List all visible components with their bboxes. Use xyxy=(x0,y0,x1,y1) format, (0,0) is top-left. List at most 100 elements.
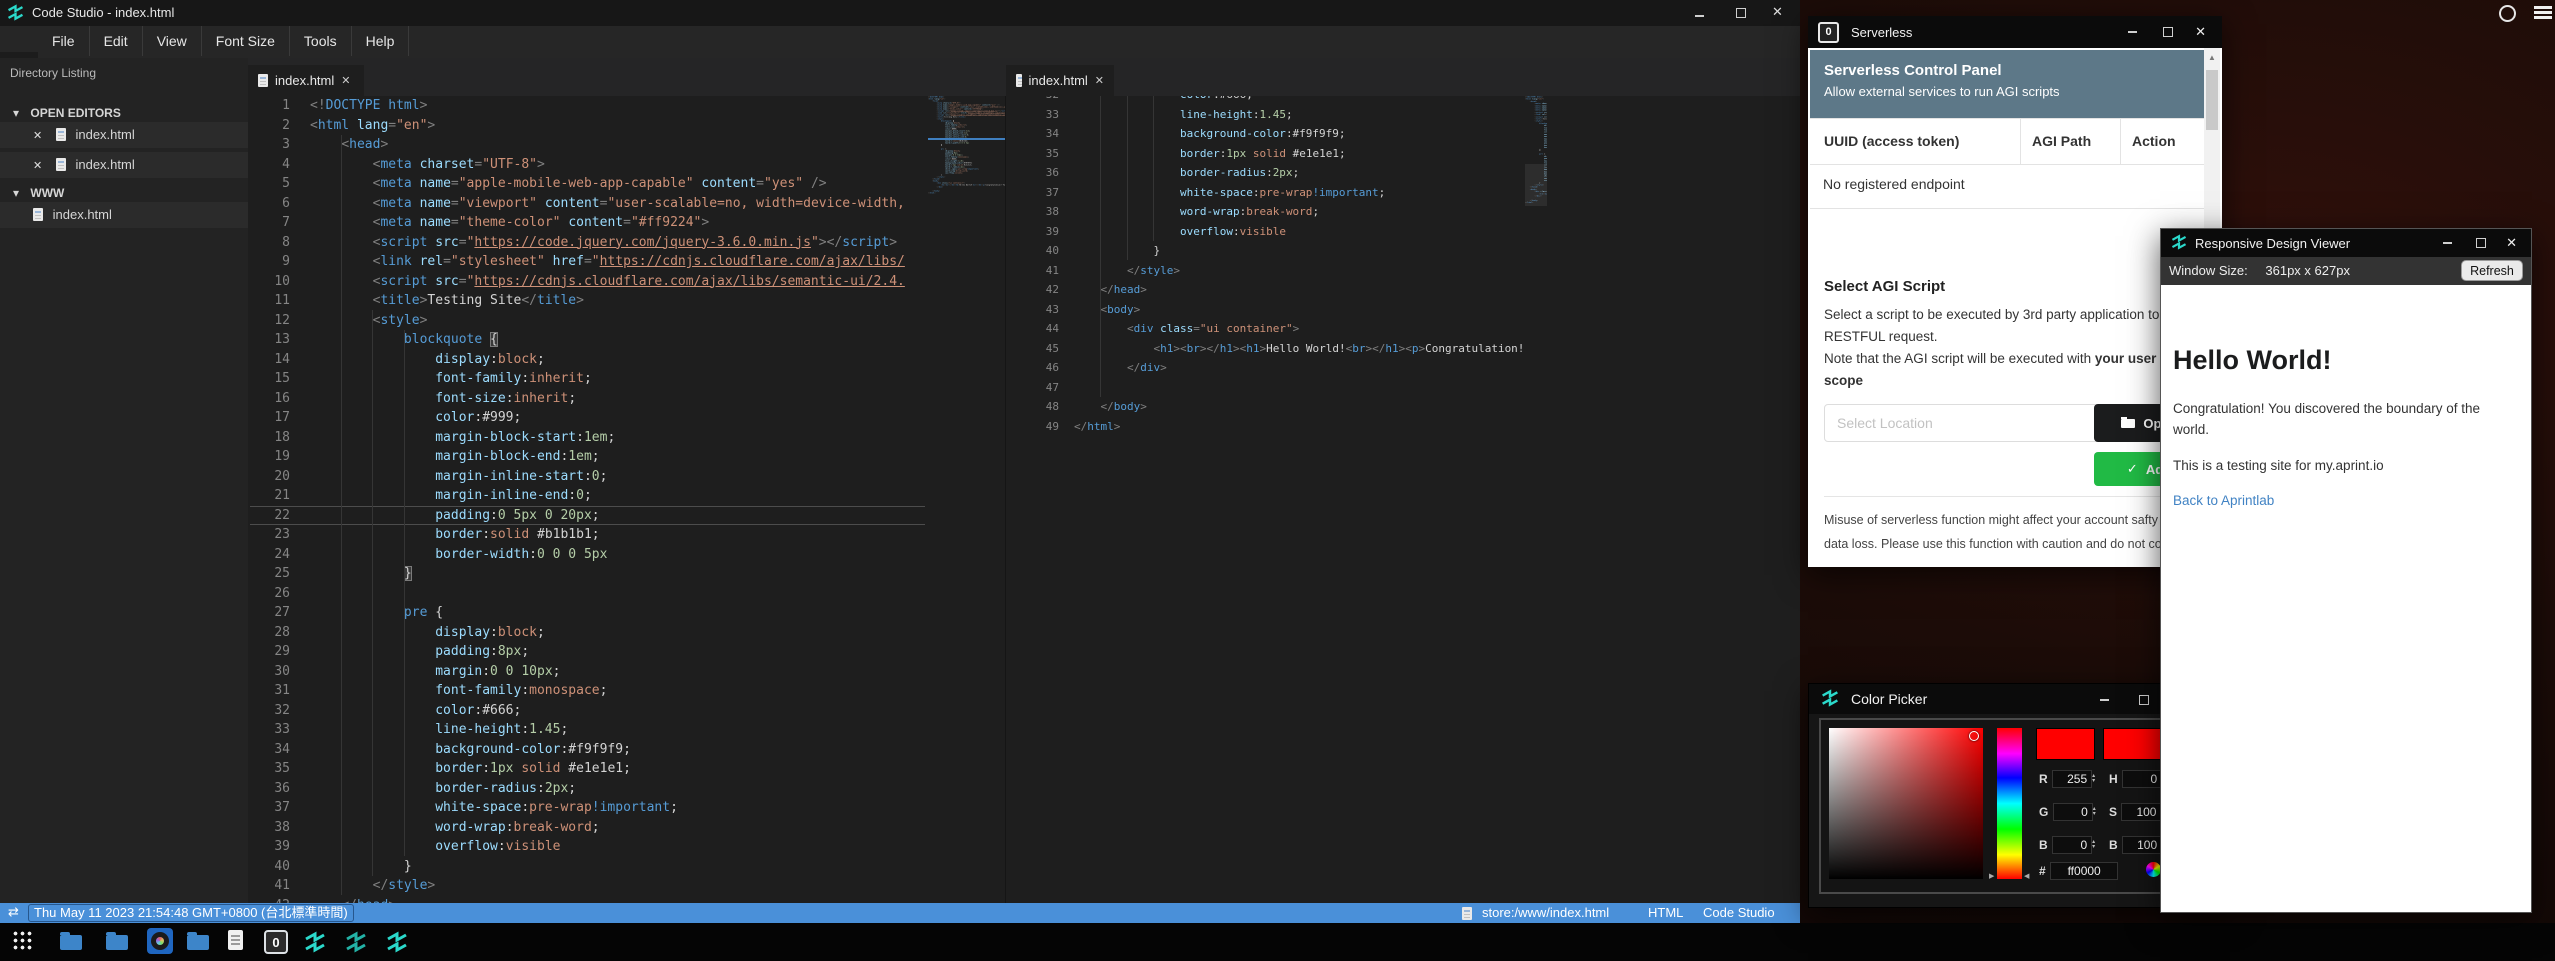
file-app-icon[interactable] xyxy=(228,930,243,950)
hue-slider[interactable] xyxy=(1997,728,2022,879)
refresh-button[interactable]: Refresh xyxy=(2461,260,2523,281)
sidebar-item-index-html-2[interactable]: ✕ index.html xyxy=(0,152,248,178)
line-number: 48 xyxy=(1006,397,1059,417)
menu-font-size[interactable]: Font Size xyxy=(202,26,290,56)
disc-app-icon-active[interactable] xyxy=(147,928,173,954)
sidebar-title: Directory Listing xyxy=(10,66,96,80)
line-number: 34 xyxy=(1006,124,1059,144)
file-icon xyxy=(33,208,43,221)
h-value-field[interactable]: 0 xyxy=(2122,770,2162,788)
minimize-button[interactable] xyxy=(2095,692,2113,708)
line-number: 39 xyxy=(248,837,290,857)
stepper-icon[interactable]: ▴▾ xyxy=(2092,840,2095,850)
page-link[interactable]: Back to Aprintlab xyxy=(2173,493,2507,508)
tab-close-icon[interactable]: ✕ xyxy=(1095,74,1104,87)
b-brightness-field[interactable]: 100 xyxy=(2122,836,2162,854)
maximize-button[interactable] xyxy=(2135,692,2153,708)
close-icon[interactable]: ✕ xyxy=(33,160,42,172)
check-icon: ✓ xyxy=(2127,461,2138,477)
menu-tools[interactable]: Tools xyxy=(290,26,352,56)
menu-icon[interactable] xyxy=(2534,6,2552,9)
maximize-button[interactable] xyxy=(2159,24,2177,40)
line-number: 35 xyxy=(1006,144,1059,164)
code-studio-icon[interactable] xyxy=(345,931,367,958)
code-studio-window: Code Studio - index.html ✕ FileEditViewF… xyxy=(0,0,1800,923)
line-number: 42 xyxy=(248,896,290,904)
minimize-button[interactable] xyxy=(2123,24,2141,40)
code-line: margin:0 0 10px; xyxy=(310,662,925,682)
line-number: 19 xyxy=(248,447,290,467)
stepper-icon[interactable]: ▴▾ xyxy=(2092,774,2095,784)
close-button[interactable]: ✕ xyxy=(2195,24,2206,40)
status-file-path[interactable]: store:/www/index.html xyxy=(1482,905,1609,920)
minimize-button[interactable] xyxy=(1688,5,1710,24)
tab-index-html-pane1[interactable]: index.html ✕ xyxy=(248,65,364,96)
code-line: word-wrap:break-word; xyxy=(1074,202,1522,222)
indent-guide xyxy=(404,330,405,856)
code-line: background-color:#f9f9f9; xyxy=(310,740,925,760)
b-value-field[interactable]: 0 xyxy=(2052,836,2092,854)
sv-marker[interactable] xyxy=(1969,731,1979,741)
code-area[interactable]: color:#666; line-height:1.45; background… xyxy=(1074,96,1522,436)
code-line: <script src="https://cdnjs.cloudflare.co… xyxy=(310,272,925,292)
line-number: 22 xyxy=(248,506,290,526)
r-value-field[interactable]: 255 xyxy=(2052,770,2092,788)
app-launcher-icon[interactable] xyxy=(12,930,32,950)
menu-file[interactable]: File xyxy=(38,26,90,56)
g-value-field[interactable]: 0 xyxy=(2053,803,2093,821)
line-number: 39 xyxy=(1006,222,1059,242)
menu-icon[interactable] xyxy=(2534,11,2552,14)
minimap-pane1[interactable]: <!DOCTYPE html><html lang="en"> <head> <… xyxy=(928,96,1005,903)
folder-icon[interactable] xyxy=(60,930,82,950)
editor-pane-2[interactable]: 323334353637383940414243444546474849 col… xyxy=(1005,96,1522,903)
code-line: margin-inline-start:0; xyxy=(310,467,925,487)
serverless-app-icon[interactable]: 0 xyxy=(264,930,288,954)
editor-pane-1[interactable]: 1234567891011121314151617181920212223242… xyxy=(248,96,925,903)
hex-value-field[interactable]: ff0000 xyxy=(2050,862,2118,880)
close-button[interactable]: ✕ xyxy=(2506,235,2517,251)
sync-icon[interactable]: ⇄ xyxy=(8,904,19,920)
viewer-page: Hello World! Congratulation! You discove… xyxy=(2161,285,2531,912)
hue-marker-right[interactable]: ◀ xyxy=(2024,872,2029,880)
menu-edit[interactable]: Edit xyxy=(90,26,143,56)
menu-bar: FileEditViewFont SizeToolsHelp xyxy=(0,26,1800,58)
tab-close-icon[interactable]: ✕ xyxy=(341,74,350,87)
panel-title: Serverless Control Panel xyxy=(1824,62,2204,79)
agi-script-location-input[interactable] xyxy=(1824,404,2100,442)
code-line: </head> xyxy=(310,896,925,904)
color-wheel-icon[interactable] xyxy=(2146,862,2161,877)
table-header-row: UUID (access token) AGI Path Action xyxy=(1810,118,2204,165)
minimize-button[interactable] xyxy=(2438,235,2456,251)
status-app-name[interactable]: Code Studio xyxy=(1703,905,1775,920)
code-line: display:block; xyxy=(310,350,925,370)
folder-icon[interactable] xyxy=(187,930,209,950)
hue-marker-left[interactable]: ▶ xyxy=(1989,872,1994,880)
code-studio-icon[interactable] xyxy=(386,931,408,958)
hsb-h-row: H 0▴▾ xyxy=(2109,770,2165,788)
code-area[interactable]: <!DOCTYPE html><html lang="en"> <head> <… xyxy=(310,96,925,903)
minimap-pane2[interactable]: <!DOCTYPE html><html lang="en"> <head> <… xyxy=(1525,96,1547,903)
stepper-icon[interactable]: ▴▾ xyxy=(2093,807,2096,817)
line-number: 45 xyxy=(1006,339,1059,359)
status-file-type[interactable]: HTML xyxy=(1648,905,1683,920)
status-datetime[interactable]: Thu May 11 2023 21:54:48 GMT+0800 (台北標準時… xyxy=(28,904,354,922)
code-line: padding:0 5px 0 20px; xyxy=(310,506,925,526)
menu-view[interactable]: View xyxy=(143,26,202,56)
maximize-button[interactable] xyxy=(2472,235,2490,251)
close-icon[interactable]: ✕ xyxy=(33,130,42,142)
code-studio-icon[interactable] xyxy=(304,931,326,958)
line-number: 9 xyxy=(248,252,290,272)
folder-icon[interactable] xyxy=(106,930,128,950)
close-button[interactable]: ✕ xyxy=(1772,4,1783,20)
sidebar-item-index-html-1[interactable]: ✕ index.html xyxy=(0,122,248,148)
saturation-value-area[interactable] xyxy=(1829,728,1983,879)
menu-help[interactable]: Help xyxy=(352,26,410,56)
sidebar-item-www-index-html[interactable]: index.html xyxy=(0,202,248,228)
s-value-field[interactable]: 100 xyxy=(2121,803,2161,821)
tab-index-html-pane2[interactable]: index.html ✕ xyxy=(1006,65,1114,96)
scrollbar-thumb[interactable] xyxy=(2206,70,2218,130)
menu-icon[interactable] xyxy=(2534,16,2552,19)
restore-button[interactable] xyxy=(1730,5,1752,21)
scroll-up-icon[interactable]: ▲ xyxy=(2204,48,2220,62)
minimap-viewport-slider[interactable] xyxy=(1525,164,1547,206)
